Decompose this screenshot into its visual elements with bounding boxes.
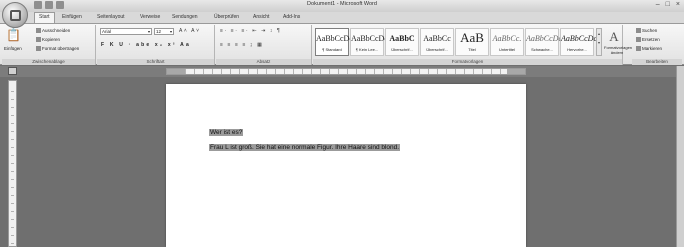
find-button[interactable]: Suchen — [636, 28, 657, 34]
font-size-combo[interactable]: 12 ▾ — [154, 28, 174, 35]
change-styles-label: Formatvorlagen ändern — [604, 45, 633, 55]
styles-gallery-scroll[interactable]: ▴ ▾ — [596, 28, 602, 56]
paragraph-group-label: Absatz — [216, 59, 311, 65]
office-button[interactable] — [2, 2, 28, 28]
vertical-ruler[interactable] — [8, 80, 17, 247]
font-group-label: Schriftart — [97, 59, 214, 65]
editing-group: Suchen Ersetzen Markieren Bearbeiten — [632, 25, 682, 65]
ruler-bar — [0, 66, 684, 77]
change-styles-button[interactable]: A — [605, 28, 623, 46]
document-line-2[interactable]: Frau L ist groß. Sie hat eine normale Fi… — [209, 144, 401, 151]
style-titel[interactable]: AaB Titel — [455, 28, 489, 56]
maximize-button[interactable]: □ — [666, 1, 670, 8]
scissors-icon — [36, 28, 41, 34]
ruler-ticks — [185, 69, 507, 74]
style-schwache-hervorhebung[interactable]: AaBbCcDc Schwache... — [525, 28, 562, 56]
alignment-buttons[interactable]: ≡ ≡ ≡ ≡ ↨ ▦ — [220, 42, 263, 48]
style-untertitel[interactable]: AaBbCc. Untertitel — [490, 28, 524, 56]
tab-verweise[interactable]: Verweise — [140, 14, 160, 20]
ribbon: 📋 Einfügen Ausschneiden Kopieren Format … — [0, 23, 684, 65]
window-controls: – □ × — [656, 1, 680, 8]
paragraph-group: ≡· ≡· ≡· ⇤ ⇥ ↕ ¶ ≡ ≡ ≡ ≡ ↨ ▦ Absatz — [216, 25, 312, 65]
tab-seitenlayout[interactable]: Seitenlayout — [97, 14, 125, 20]
styles-group: AaBbCcDc ¶ Standard AaBbCcDc ¶ Kein Lee.… — [313, 25, 623, 65]
horizontal-ruler[interactable] — [166, 68, 526, 75]
vertical-scrollbar[interactable] — [676, 66, 684, 247]
copy-icon — [36, 37, 41, 43]
tab-sendungen[interactable]: Sendungen — [172, 14, 198, 20]
document-page[interactable]: Wer ist es? Frau L ist groß. Sie hat ein… — [166, 84, 526, 247]
vertical-ruler-ticks — [11, 91, 14, 246]
tab-selector-button[interactable] — [8, 67, 17, 75]
editing-group-label: Bearbeiten — [632, 59, 682, 65]
grow-shrink-font-buttons[interactable]: A˄ A˅ — [179, 28, 201, 34]
font-format-buttons[interactable]: F K U · abe x₂ x² Aa — [101, 42, 191, 48]
office-logo-icon — [10, 10, 21, 21]
select-button[interactable]: Markieren — [636, 46, 662, 52]
tab-start[interactable]: Start — [34, 12, 55, 23]
paste-icon: 📋 — [6, 28, 21, 42]
window-title: Dokument1 - Microsoft Word — [307, 1, 377, 7]
left-margin-marker — [167, 69, 185, 74]
brush-icon — [36, 46, 41, 52]
cut-button[interactable]: Ausschneiden — [36, 28, 70, 34]
chevron-down-icon: ▾ — [169, 29, 172, 34]
replace-button[interactable]: Ersetzen — [636, 37, 660, 43]
ribbon-tabs: Start Einfügen Seitenlayout Verweise Sen… — [0, 12, 684, 23]
font-group: Arial ▾ 12 ▾ A˄ A˅ F K U · abe x₂ x² Aa Sc… — [97, 25, 215, 65]
tab-ansicht[interactable]: Ansicht — [253, 14, 269, 20]
change-styles-icon: A — [609, 29, 619, 44]
copy-button[interactable]: Kopieren — [36, 37, 60, 43]
replace-icon — [636, 37, 641, 43]
minimize-button[interactable]: – — [656, 1, 660, 8]
binoculars-icon — [636, 28, 641, 34]
style-standard[interactable]: AaBbCcDc ¶ Standard — [315, 28, 353, 56]
paste-button[interactable]: Einfügen — [4, 46, 22, 51]
clipboard-group-label: Zwischenablage — [2, 59, 95, 65]
styles-group-label: Formatvorlagen — [313, 59, 622, 65]
style-hervorhebung[interactable]: AaBbCcDc Hervorhe... — [560, 28, 597, 56]
title-bar: Dokument1 - Microsoft Word – □ × — [0, 0, 684, 12]
tab-einfuegen[interactable]: Einfügen — [62, 14, 82, 20]
right-margin-marker — [507, 69, 525, 74]
style-kein-leerraum[interactable]: AaBbCcDc ¶ Kein Lee... — [350, 28, 388, 56]
chevron-down-icon: ▾ — [147, 29, 150, 34]
format-painter-button[interactable]: Format übertragen — [36, 46, 79, 52]
select-icon — [636, 46, 641, 52]
style-ueberschrift-2[interactable]: AaBbCc Überschrif... — [420, 28, 454, 56]
style-ueberschrift-1[interactable]: AaBbC Überschrif... — [385, 28, 419, 56]
document-line-1[interactable]: Wer ist es? — [209, 129, 244, 136]
tab-ueberpruefen[interactable]: Überprüfen — [214, 14, 239, 20]
close-button[interactable]: × — [676, 1, 680, 8]
tab-add-ins[interactable]: Add-Ins — [283, 14, 300, 20]
clipboard-group: 📋 Einfügen Ausschneiden Kopieren Format … — [2, 25, 96, 65]
list-indent-buttons[interactable]: ≡· ≡· ≡· ⇤ ⇥ ↕ ¶ — [220, 28, 281, 34]
font-name-combo[interactable]: Arial ▾ — [100, 28, 152, 35]
